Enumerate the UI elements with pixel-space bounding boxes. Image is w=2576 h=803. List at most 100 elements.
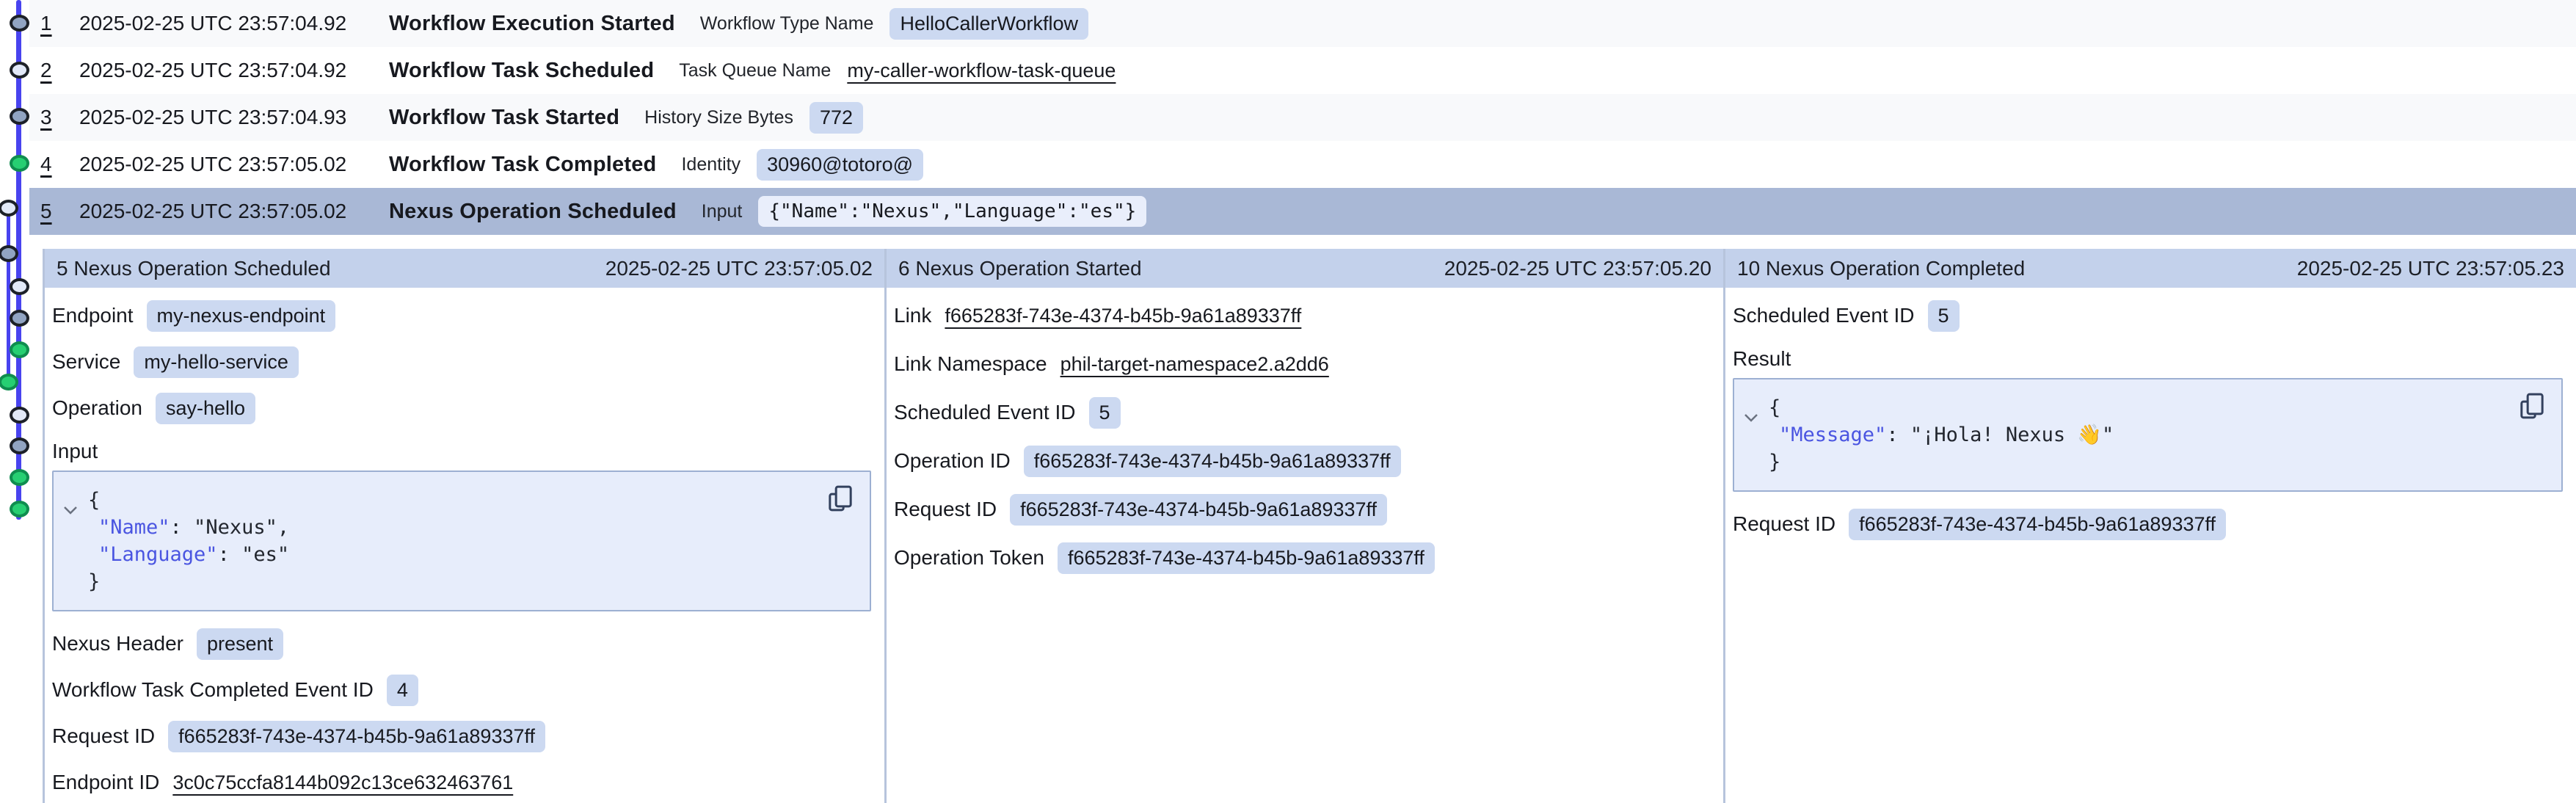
timeline-gutter — [0, 0, 41, 803]
field-value-badge: my-hello-service — [134, 346, 299, 378]
event-field-value-badge: HelloCallerWorkflow — [889, 8, 1088, 40]
input-json-viewer: { "Name": "Nexus", "Language": "es" } — [52, 470, 871, 611]
event-name: Workflow Task Completed — [389, 153, 656, 177]
event-timestamp: 2025-02-25 UTC 23:57:05.02 — [79, 200, 389, 223]
event-status-dot-gray — [0, 245, 18, 262]
json-close-brace: } — [1749, 448, 2547, 476]
field-row-scheduled-event-id: Scheduled Event ID 5 — [894, 396, 1713, 429]
panel-timestamp: 2025-02-25 UTC 23:57:05.20 — [1444, 257, 1711, 280]
json-open-brace: { — [68, 487, 855, 514]
event-input-json-badge: {"Name":"Nexus","Language":"es"} — [758, 196, 1146, 227]
event-status-dot-gray — [10, 310, 29, 327]
field-value-badge: 4 — [387, 675, 418, 706]
event-row-4[interactable]: 4 2025-02-25 UTC 23:57:05.02 Workflow Ta… — [29, 141, 2576, 188]
field-value-badge: f665283f-743e-4374-b45b-9a61a89337ff — [1058, 542, 1435, 574]
event-field-value-badge: 30960@totoro@ — [757, 149, 923, 181]
endpoint-id-link[interactable]: 3c0c75ccfa8144b092c13ce632463761 — [172, 771, 513, 794]
field-label: Endpoint ID — [52, 771, 159, 794]
event-field-label: History Size Bytes — [644, 107, 793, 128]
event-timestamp: 2025-02-25 UTC 23:57:05.02 — [79, 153, 389, 176]
link-namespace-link[interactable]: phil-target-namespace2.a2dd6 — [1060, 353, 1329, 376]
panel-header: 6 Nexus Operation Started 2025-02-25 UTC… — [887, 249, 1723, 288]
timeline-line — [7, 208, 10, 382]
field-label: Link — [894, 304, 931, 327]
field-label: Result — [1733, 347, 1791, 371]
panel-title: 10 Nexus Operation Completed — [1737, 257, 2025, 280]
event-status-dot-light — [0, 200, 18, 217]
field-label: Operation ID — [894, 449, 1011, 473]
field-label: Nexus Header — [52, 632, 183, 655]
event-id-link[interactable]: 2 — [40, 59, 79, 82]
event-field-label: Input — [702, 201, 743, 222]
event-timestamp: 2025-02-25 UTC 23:57:04.92 — [79, 59, 389, 82]
event-field-label: Workflow Type Name — [700, 13, 874, 34]
field-value-badge: 5 — [1089, 397, 1121, 429]
field-value-badge: f665283f-743e-4374-b45b-9a61a89337ff — [1849, 509, 2226, 540]
event-id-link[interactable]: 1 — [40, 12, 79, 35]
event-list: 1 2025-02-25 UTC 23:57:04.92 Workflow Ex… — [29, 0, 2576, 235]
field-label: Operation Token — [894, 546, 1044, 570]
event-row-5-selected[interactable]: 5 2025-02-25 UTC 23:57:05.02 Nexus Opera… — [29, 188, 2576, 235]
field-row-link: Link f665283f-743e-4374-b45b-9a61a89337f… — [894, 299, 1713, 332]
field-label: Endpoint — [52, 304, 134, 327]
field-row-endpoint: Endpoint my-nexus-endpoint — [52, 299, 874, 332]
event-name: Workflow Execution Started — [389, 12, 675, 36]
result-json-viewer: { "Message": "¡Hola! Nexus 👋" } — [1733, 378, 2563, 492]
field-value-badge: 5 — [1928, 300, 1960, 332]
event-status-dot-green — [10, 155, 29, 172]
field-row-operation: Operation say-hello — [52, 392, 874, 424]
field-label: Request ID — [894, 498, 997, 521]
event-detail-panels: 5 Nexus Operation Scheduled 2025-02-25 U… — [43, 249, 2576, 803]
field-label: Workflow Task Completed Event ID — [52, 678, 374, 702]
chevron-down-icon[interactable] — [62, 495, 79, 523]
event-id-link[interactable]: 4 — [40, 153, 79, 176]
json-line: "Message": "¡Hola! Nexus 👋" — [1749, 421, 2547, 448]
event-id-link[interactable]: 5 — [40, 200, 79, 223]
field-row-request-id: Request ID f665283f-743e-4374-b45b-9a61a… — [52, 720, 874, 752]
event-id-link[interactable]: 3 — [40, 106, 79, 129]
event-timestamp: 2025-02-25 UTC 23:57:04.92 — [79, 12, 389, 35]
event-timestamp: 2025-02-25 UTC 23:57:04.93 — [79, 106, 389, 129]
field-row-nexus-header: Nexus Header present — [52, 628, 874, 660]
result-section-label: Result — [1733, 346, 2566, 372]
task-queue-link[interactable]: my-caller-workflow-task-queue — [847, 59, 1116, 82]
panel-title: 6 Nexus Operation Started — [898, 257, 1142, 280]
field-label: Link Namespace — [894, 352, 1047, 376]
event-name: Workflow Task Started — [389, 106, 619, 130]
event-row-3[interactable]: 3 2025-02-25 UTC 23:57:04.93 Workflow Ta… — [29, 94, 2576, 141]
event-row-2[interactable]: 2 2025-02-25 UTC 23:57:04.92 Workflow Ta… — [29, 47, 2576, 94]
copy-icon[interactable] — [2517, 391, 2547, 423]
field-label: Request ID — [1733, 512, 1835, 536]
event-status-dot-light — [10, 278, 29, 295]
linked-event-link[interactable]: f665283f-743e-4374-b45b-9a61a89337ff — [945, 305, 1301, 327]
event-status-dot-green — [10, 469, 29, 486]
event-field-value-badge: 772 — [809, 102, 863, 134]
field-row-link-namespace: Link Namespace phil-target-namespace2.a2… — [894, 348, 1713, 380]
chevron-down-icon[interactable] — [1743, 403, 1759, 430]
panel-nexus-operation-started: 6 Nexus Operation Started 2025-02-25 UTC… — [884, 249, 1723, 803]
event-status-dot-light — [10, 407, 29, 424]
panel-nexus-operation-completed: 10 Nexus Operation Completed 2025-02-25 … — [1723, 249, 2576, 803]
field-row-scheduled-event-id: Scheduled Event ID 5 — [1733, 299, 2566, 332]
copy-icon[interactable] — [826, 484, 855, 515]
json-line: "Name": "Nexus", — [68, 514, 855, 541]
field-value-badge: present — [197, 628, 283, 660]
panel-body: Scheduled Event ID 5 Result { "Message":… — [1725, 288, 2576, 540]
field-label: Scheduled Event ID — [894, 401, 1076, 424]
field-label: Scheduled Event ID — [1733, 304, 1915, 327]
panel-body: Endpoint my-nexus-endpoint Service my-he… — [45, 288, 884, 799]
json-close-brace: } — [68, 568, 855, 595]
json-open-brace: { — [1749, 394, 2547, 421]
field-row-operation-token: Operation Token f665283f-743e-4374-b45b-… — [894, 542, 1713, 574]
field-row-operation-id: Operation ID f665283f-743e-4374-b45b-9a6… — [894, 445, 1713, 477]
field-row-request-id: Request ID f665283f-743e-4374-b45b-9a61a… — [894, 493, 1713, 526]
event-row-1[interactable]: 1 2025-02-25 UTC 23:57:04.92 Workflow Ex… — [29, 0, 2576, 47]
field-label: Service — [52, 350, 120, 374]
event-status-dot-green — [10, 341, 29, 358]
field-value-badge: f665283f-743e-4374-b45b-9a61a89337ff — [1024, 446, 1401, 477]
json-line: "Language": "es" — [68, 541, 855, 568]
field-label: Input — [52, 440, 98, 463]
panel-title: 5 Nexus Operation Scheduled — [57, 257, 331, 280]
field-row-wft-completed-event-id: Workflow Task Completed Event ID 4 — [52, 674, 874, 706]
event-field-label: Task Queue Name — [679, 60, 831, 81]
